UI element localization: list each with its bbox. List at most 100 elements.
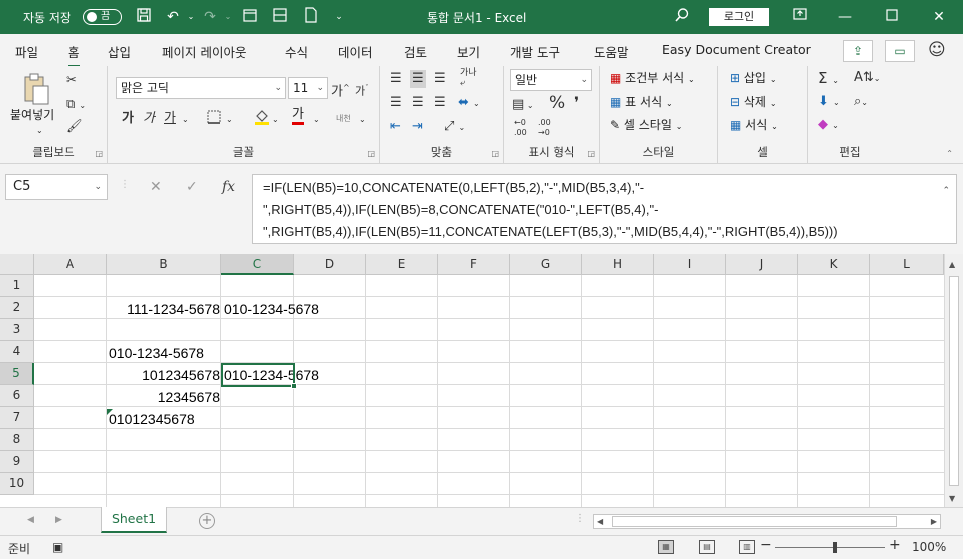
row-header-6[interactable]: 6 bbox=[0, 385, 34, 407]
scroll-up-icon[interactable]: ▲ bbox=[949, 260, 955, 269]
tab-home[interactable]: 홈 bbox=[68, 42, 80, 67]
search-icon[interactable] bbox=[672, 7, 692, 27]
sheet-tab-sheet1[interactable]: Sheet1 bbox=[101, 507, 167, 533]
insert-cells-button[interactable]: ⊞ 삽입 ⌄ bbox=[730, 69, 777, 89]
font-size-combo[interactable]: 11 ⌄ bbox=[288, 77, 328, 99]
decrease-decimal-icon[interactable]: .00 →0 bbox=[538, 118, 551, 138]
font-color-button[interactable]: 가 bbox=[292, 108, 304, 125]
borders-dropdown-icon[interactable]: ⌄ bbox=[226, 111, 233, 129]
fill-color-dropdown-icon[interactable]: ⌄ bbox=[272, 111, 279, 129]
close-icon[interactable]: ✕ bbox=[929, 7, 949, 27]
underline-button[interactable]: 가 bbox=[164, 110, 176, 128]
cell-b5[interactable]: 1012345678 bbox=[108, 364, 220, 386]
phonetic-button[interactable]: 내천 bbox=[336, 110, 351, 128]
column-header-a[interactable]: A bbox=[34, 254, 107, 275]
paste-dropdown-icon[interactable]: ⌄ bbox=[36, 122, 43, 140]
document-icon[interactable] bbox=[301, 7, 321, 27]
column-header-i[interactable]: I bbox=[654, 254, 726, 275]
page-break-view-icon[interactable]: ▥ bbox=[739, 540, 755, 554]
tab-developer[interactable]: 개발 도구 bbox=[510, 42, 560, 61]
underline-dropdown-icon[interactable]: ⌄ bbox=[182, 111, 189, 129]
paste-button[interactable]: 붙여넣기 bbox=[10, 106, 54, 124]
cell-b4[interactable]: 010-1234-5678 bbox=[109, 342, 204, 364]
merge-center-icon[interactable]: ⬌ ⌄ bbox=[458, 94, 480, 113]
bold-button[interactable]: 가 bbox=[122, 110, 134, 128]
italic-button[interactable]: 가 bbox=[143, 110, 155, 128]
wrap-text-icon[interactable]: 가나 ⤶ bbox=[460, 68, 477, 88]
font-color-dropdown-icon[interactable]: ⌄ bbox=[313, 111, 320, 129]
vertical-scroll-thumb[interactable] bbox=[949, 276, 959, 486]
customize-qat-icon[interactable]: ⌄ bbox=[329, 7, 349, 27]
redo-dropdown-icon[interactable]: ⌄ bbox=[218, 7, 238, 27]
increase-decimal-icon[interactable]: ←0.00 bbox=[514, 118, 527, 138]
collapse-formula-icon[interactable]: ⌃ bbox=[942, 179, 950, 201]
comments-icon[interactable]: ▭ bbox=[885, 40, 915, 62]
tab-insert[interactable]: 삽입 bbox=[108, 42, 131, 61]
undo-dropdown-icon[interactable]: ⌄ bbox=[181, 7, 201, 27]
align-right-icon[interactable]: ☰ bbox=[434, 94, 446, 112]
number-format-combo[interactable]: 일반 ⌄ bbox=[510, 69, 592, 91]
sort-filter-icon[interactable]: A⇅⌄ bbox=[854, 69, 881, 88]
zoom-in-icon[interactable]: + bbox=[889, 537, 901, 553]
row-header-9[interactable]: 9 bbox=[0, 451, 34, 473]
horizontal-scroll-thumb[interactable] bbox=[612, 516, 897, 527]
number-launcher-icon[interactable]: ◲ bbox=[587, 149, 595, 158]
row-header-1[interactable]: 1 bbox=[0, 275, 34, 297]
cancel-icon[interactable]: ✕ bbox=[150, 179, 162, 195]
horizontal-scrollbar[interactable]: ◀ ▶ bbox=[593, 514, 941, 529]
format-cells-button[interactable]: ▦ 서식 ⌄ bbox=[730, 116, 778, 136]
enter-icon[interactable]: ✓ bbox=[186, 179, 198, 195]
row-header-2[interactable]: 2 bbox=[0, 297, 34, 319]
tab-easy-document-creator[interactable]: Easy Document Creator bbox=[662, 42, 811, 57]
splitter-icon[interactable]: ⋮ bbox=[120, 179, 130, 190]
tab-view[interactable]: 보기 bbox=[457, 42, 480, 61]
tab-data[interactable]: 데이터 bbox=[338, 42, 373, 61]
cell-c2[interactable]: 010-1234-5678 bbox=[224, 298, 319, 320]
copy-icon[interactable]: ⧉ ⌄ bbox=[66, 96, 86, 115]
row-header-5[interactable]: 5 bbox=[0, 363, 34, 385]
formula-input[interactable]: =IF(LEN(B5)=10,CONCATENATE(0,LEFT(B5,2),… bbox=[252, 174, 957, 244]
page-layout-view-icon[interactable]: ▤ bbox=[699, 540, 715, 554]
row-header-7[interactable]: 7 bbox=[0, 407, 34, 429]
column-header-k[interactable]: K bbox=[798, 254, 870, 275]
error-indicator-icon[interactable] bbox=[107, 409, 113, 415]
tab-help[interactable]: 도움말 bbox=[594, 42, 629, 61]
macro-record-icon[interactable]: ▣ bbox=[52, 540, 63, 554]
tab-splitter-icon[interactable]: ⋮ bbox=[575, 513, 585, 524]
tab-formulas[interactable]: 수식 bbox=[285, 42, 308, 61]
clear-icon[interactable]: ◆ ⌄ bbox=[818, 116, 839, 135]
grow-font-icon[interactable]: 가^ bbox=[331, 79, 350, 101]
cell-b7[interactable]: 01012345678 bbox=[109, 408, 195, 430]
maximize-icon[interactable] bbox=[882, 7, 902, 27]
vertical-scrollbar[interactable]: ▲ ▼ bbox=[944, 254, 963, 507]
align-left-icon[interactable]: ☰ bbox=[390, 94, 402, 112]
zoom-slider-track[interactable] bbox=[775, 547, 885, 548]
save-icon[interactable] bbox=[134, 7, 154, 27]
cut-icon[interactable]: ✂ bbox=[66, 72, 77, 90]
column-header-h[interactable]: H bbox=[582, 254, 654, 275]
column-header-d[interactable]: D bbox=[294, 254, 366, 275]
zoom-level[interactable]: 100% bbox=[912, 540, 946, 554]
row-header-10[interactable]: 10 bbox=[0, 473, 34, 495]
row-header-4[interactable]: 4 bbox=[0, 341, 34, 363]
column-header-b[interactable]: B bbox=[107, 254, 221, 275]
align-middle-icon[interactable]: ☰ bbox=[410, 70, 426, 88]
column-header-f[interactable]: F bbox=[438, 254, 510, 275]
percent-icon[interactable]: % bbox=[549, 94, 565, 112]
login-button[interactable]: 로그인 bbox=[709, 8, 769, 26]
prev-sheet-icon[interactable]: ◀ bbox=[27, 515, 34, 525]
smiley-icon[interactable]: ☺ bbox=[928, 40, 946, 60]
new-sheet-icon[interactable] bbox=[240, 7, 260, 27]
autosave-toggle[interactable]: 끔 bbox=[83, 9, 122, 25]
minimize-icon[interactable]: — bbox=[835, 7, 855, 27]
form-icon[interactable] bbox=[270, 7, 290, 27]
share-icon[interactable]: ⇪ bbox=[843, 40, 873, 62]
increase-indent-icon[interactable]: ⇥ bbox=[412, 118, 423, 136]
fill-color-icon[interactable] bbox=[254, 108, 270, 132]
cell-b2[interactable]: 111-1234-5678 bbox=[108, 298, 220, 320]
redo-icon[interactable]: ↷ bbox=[200, 7, 220, 27]
align-center-icon[interactable]: ☰ bbox=[412, 94, 424, 112]
font-launcher-icon[interactable]: ◲ bbox=[367, 149, 375, 158]
shrink-font-icon[interactable]: 가ˇ bbox=[355, 79, 369, 101]
align-top-icon[interactable]: ☰ bbox=[390, 70, 402, 88]
